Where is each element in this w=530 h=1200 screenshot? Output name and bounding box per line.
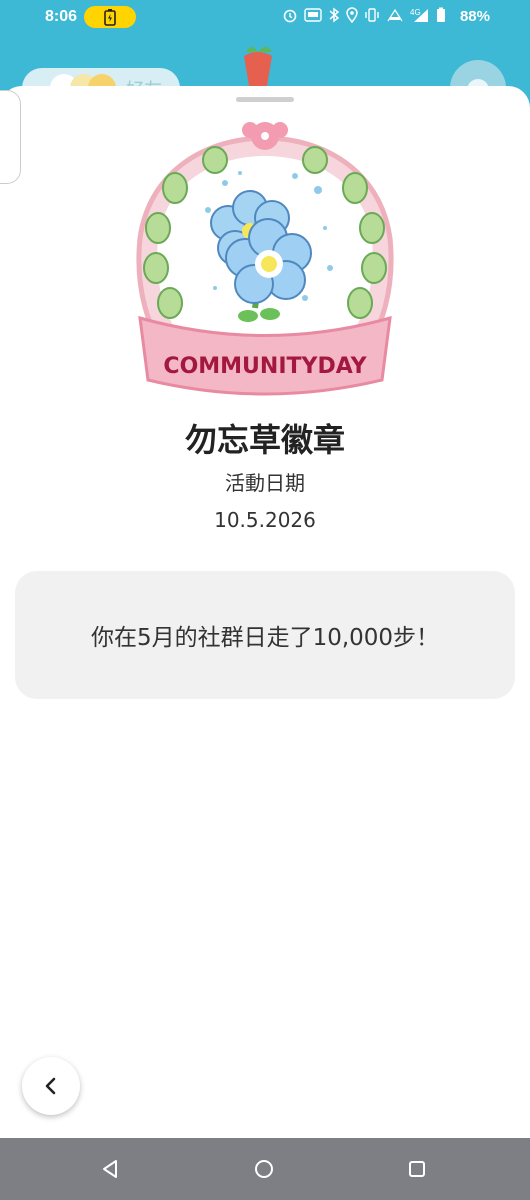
lte-icon <box>386 7 404 27</box>
event-date-label: 活動日期 <box>225 471 305 495</box>
carrot-icon <box>236 42 280 92</box>
event-date-value: 10.5.2026 <box>214 508 316 532</box>
achievement-message: 你在5月的社群日走了10,000步！ <box>90 625 440 651</box>
back-button[interactable] <box>22 1057 80 1115</box>
sheet-drag-handle[interactable] <box>236 97 294 102</box>
battery-icon <box>436 7 446 27</box>
battery-charging-icon <box>84 6 136 28</box>
location-icon <box>346 7 358 27</box>
bluetooth-icon <box>328 7 340 27</box>
badge-name: 勿忘草徽章 <box>184 421 345 459</box>
nav-home-icon[interactable] <box>249 1154 279 1184</box>
battery-percent: 88% <box>459 8 490 25</box>
signal-icon: 4G <box>410 7 430 27</box>
svg-text:4G: 4G <box>410 8 421 17</box>
status-bar: 8:06 4G 88% <box>0 0 530 34</box>
badge-banner-text: COMMUNITYDAY <box>163 354 367 379</box>
forget-me-not-badge: COMMUNITYDAY <box>120 118 410 398</box>
system-nav-bar <box>0 1138 530 1200</box>
side-drawer-tab[interactable] <box>0 90 21 184</box>
status-time: 8:06 <box>45 8 78 25</box>
achievement-message-card: 你在5月的社群日走了10,000步！ <box>15 571 515 699</box>
chevron-left-icon <box>45 1077 56 1095</box>
vibrate-icon <box>364 7 380 27</box>
alarm-icon <box>282 7 298 27</box>
nav-back-icon[interactable] <box>95 1154 125 1184</box>
nav-recents-icon[interactable] <box>402 1154 432 1184</box>
hz-icon <box>304 7 322 27</box>
